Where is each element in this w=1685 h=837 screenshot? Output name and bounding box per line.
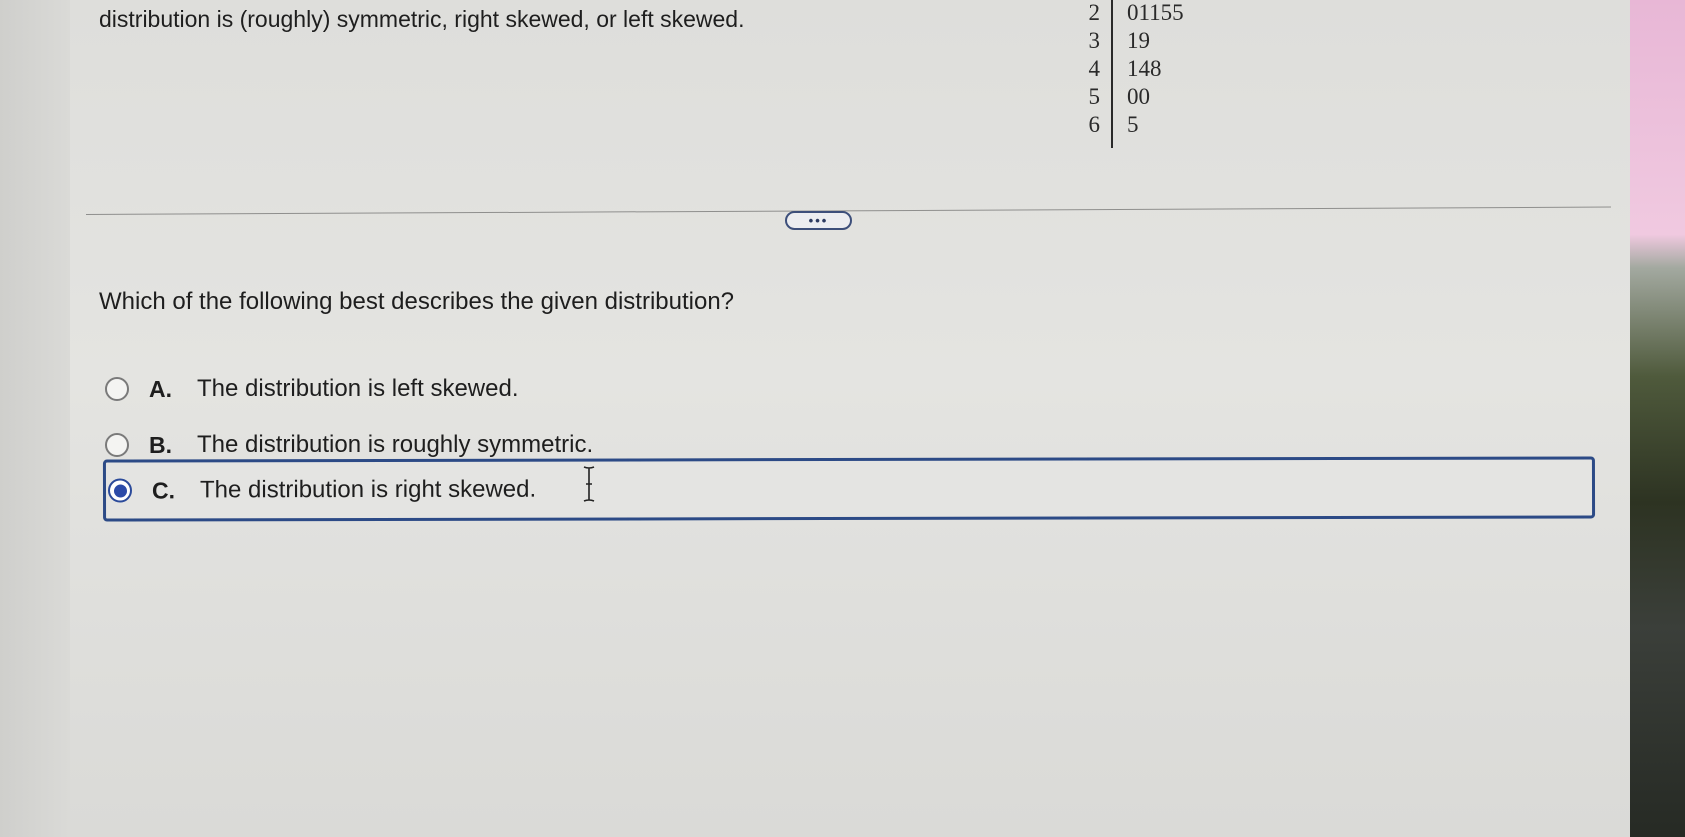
leaf-values: 148 [1127, 56, 1162, 81]
radio-button-a[interactable] [105, 377, 129, 401]
stem-value: 3 [1088, 28, 1101, 53]
stem-value: 4 [1088, 56, 1101, 81]
question-text: Which of the following best describes th… [99, 288, 735, 315]
option-text: The distribution is left skewed. [197, 375, 519, 402]
background-photo-edge [1630, 0, 1685, 837]
stem-leaf-divider [1111, 0, 1113, 148]
leaf-values: 19 [1127, 28, 1150, 53]
instruction-text: distribution is (roughly) symmetric, rig… [99, 6, 745, 32]
screen-left-edge [0, 0, 70, 837]
expand-more-button[interactable]: ••• [785, 211, 852, 230]
option-text: The distribution is right skewed. [199, 475, 537, 504]
stem-value: 6 [1088, 112, 1101, 137]
leaf-values: 01155 [1127, 0, 1184, 25]
radio-selected-dot [113, 484, 127, 498]
stem-value: 5 [1088, 84, 1101, 109]
leaf-values: 00 [1127, 84, 1150, 109]
answer-option-a[interactable]: A. The distribution is left skewed. [103, 360, 1593, 418]
answer-option-c-selected[interactable]: C. The distribution is right skewed. [102, 456, 1596, 522]
radio-button-c-checked[interactable] [107, 478, 133, 503]
leaf-values: 5 [1127, 112, 1139, 137]
option-text: The distribution is roughly symmetric. [197, 431, 594, 458]
radio-button-b[interactable] [105, 433, 129, 457]
option-letter: B. [149, 431, 172, 458]
option-letter: A. [149, 375, 172, 402]
option-letter: C. [151, 476, 176, 503]
stem-value: 2 [1088, 0, 1101, 25]
text-cursor-icon [583, 466, 595, 502]
